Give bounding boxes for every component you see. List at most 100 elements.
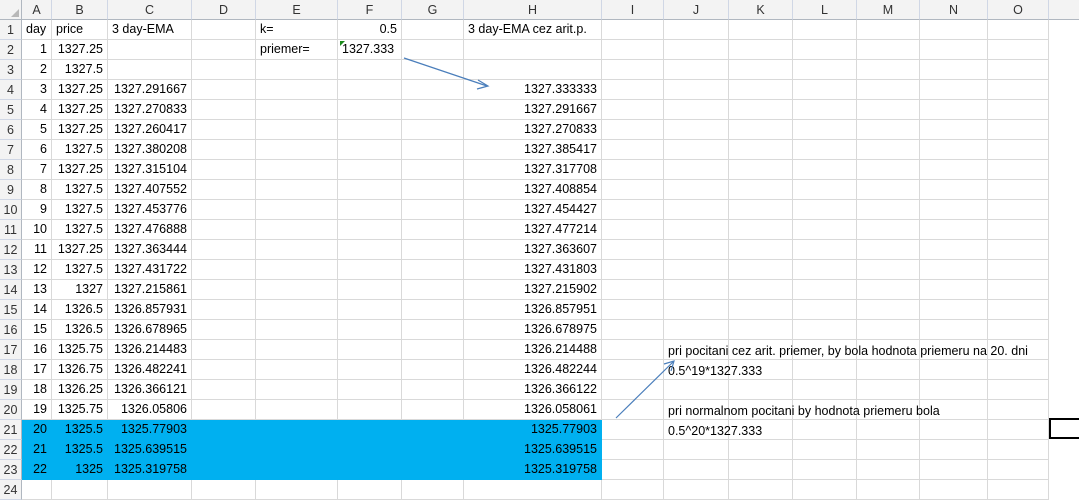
cell-j7[interactable]	[664, 140, 729, 160]
cell-h14[interactable]: 1327.215902	[464, 280, 602, 300]
cell-a20[interactable]: 19	[22, 400, 52, 420]
cell-f1[interactable]: 0.5	[338, 20, 402, 40]
row-header-9[interactable]: 9	[0, 180, 22, 200]
row-header-4[interactable]: 4	[0, 80, 22, 100]
cell-h23[interactable]: 1325.319758	[464, 460, 602, 480]
cell-g8[interactable]	[402, 160, 464, 180]
cell-d6[interactable]	[192, 120, 256, 140]
cell-o10[interactable]	[988, 200, 1049, 220]
cell-f14[interactable]	[338, 280, 402, 300]
cell-c5[interactable]: 1327.270833	[108, 100, 192, 120]
cell-m11[interactable]	[857, 220, 920, 240]
cell-d4[interactable]	[192, 80, 256, 100]
column-header-b[interactable]: B	[52, 0, 108, 20]
cell-n12[interactable]	[920, 240, 988, 260]
cell-c4[interactable]: 1327.291667	[108, 80, 192, 100]
cell-c6[interactable]: 1327.260417	[108, 120, 192, 140]
cell-l9[interactable]	[793, 180, 857, 200]
cell-g22[interactable]	[402, 440, 464, 460]
cell-k22[interactable]	[729, 440, 793, 460]
cell-n11[interactable]	[920, 220, 988, 240]
cell-k13[interactable]	[729, 260, 793, 280]
cell-k14[interactable]	[729, 280, 793, 300]
cell-f18[interactable]	[338, 360, 402, 380]
cell-g9[interactable]	[402, 180, 464, 200]
cell-f2[interactable]: 1327.333	[338, 40, 402, 60]
cell-k8[interactable]	[729, 160, 793, 180]
cell-n1[interactable]	[920, 20, 988, 40]
cell-a5[interactable]: 4	[22, 100, 52, 120]
cell-b22[interactable]: 1325.5	[52, 440, 108, 460]
cell-c10[interactable]: 1327.453776	[108, 200, 192, 220]
cell-c13[interactable]: 1327.431722	[108, 260, 192, 280]
cell-b12[interactable]: 1327.25	[52, 240, 108, 260]
cell-o19[interactable]	[988, 380, 1049, 400]
cell-e18[interactable]	[256, 360, 338, 380]
cell-g19[interactable]	[402, 380, 464, 400]
cell-m21[interactable]	[857, 420, 920, 440]
cell-f9[interactable]	[338, 180, 402, 200]
cell-c11[interactable]: 1327.476888	[108, 220, 192, 240]
cell-a10[interactable]: 9	[22, 200, 52, 220]
cell-a17[interactable]: 16	[22, 340, 52, 360]
row-header-13[interactable]: 13	[0, 260, 22, 280]
cell-n22[interactable]	[920, 440, 988, 460]
cell-c14[interactable]: 1327.215861	[108, 280, 192, 300]
cell-j2[interactable]	[664, 40, 729, 60]
cell-h24[interactable]	[464, 480, 602, 500]
cell-n24[interactable]	[920, 480, 988, 500]
cell-f5[interactable]	[338, 100, 402, 120]
cell-g6[interactable]	[402, 120, 464, 140]
row-header-21[interactable]: 21	[0, 420, 22, 440]
cell-n4[interactable]	[920, 80, 988, 100]
cell-b7[interactable]: 1327.5	[52, 140, 108, 160]
cell-o24[interactable]	[988, 480, 1049, 500]
cell-i4[interactable]	[602, 80, 664, 100]
cell-d14[interactable]	[192, 280, 256, 300]
cell-c19[interactable]: 1326.366121	[108, 380, 192, 400]
cell-o23[interactable]	[988, 460, 1049, 480]
cell-i10[interactable]	[602, 200, 664, 220]
cell-d3[interactable]	[192, 60, 256, 80]
cell-f20[interactable]	[338, 400, 402, 420]
cell-f10[interactable]	[338, 200, 402, 220]
cell-h21[interactable]: 1325.77903	[464, 420, 602, 440]
cell-d21[interactable]	[192, 420, 256, 440]
cell-l13[interactable]	[793, 260, 857, 280]
cell-n19[interactable]	[920, 380, 988, 400]
cell-n23[interactable]	[920, 460, 988, 480]
cell-j10[interactable]	[664, 200, 729, 220]
cell-e6[interactable]	[256, 120, 338, 140]
cell-a8[interactable]: 7	[22, 160, 52, 180]
cell-g14[interactable]	[402, 280, 464, 300]
cell-n18[interactable]	[920, 360, 988, 380]
row-header-3[interactable]: 3	[0, 60, 22, 80]
row-header-6[interactable]: 6	[0, 120, 22, 140]
cell-a1[interactable]: day	[22, 20, 52, 40]
cell-h15[interactable]: 1326.857951	[464, 300, 602, 320]
cell-j14[interactable]	[664, 280, 729, 300]
cell-h19[interactable]: 1326.366122	[464, 380, 602, 400]
cell-i7[interactable]	[602, 140, 664, 160]
row-header-11[interactable]: 11	[0, 220, 22, 240]
cell-m23[interactable]	[857, 460, 920, 480]
column-header-i[interactable]: I	[602, 0, 664, 20]
cell-m3[interactable]	[857, 60, 920, 80]
cell-k15[interactable]	[729, 300, 793, 320]
cell-o1[interactable]	[988, 20, 1049, 40]
cell-d15[interactable]	[192, 300, 256, 320]
cell-l24[interactable]	[793, 480, 857, 500]
cell-g2[interactable]	[402, 40, 464, 60]
cell-f11[interactable]	[338, 220, 402, 240]
cell-b3[interactable]: 1327.5	[52, 60, 108, 80]
cell-c21[interactable]: 1325.77903	[108, 420, 192, 440]
cell-f7[interactable]	[338, 140, 402, 160]
cell-h2[interactable]	[464, 40, 602, 60]
cell-i9[interactable]	[602, 180, 664, 200]
column-header-o[interactable]: O	[988, 0, 1049, 20]
cell-i20[interactable]	[602, 400, 664, 420]
cell-h10[interactable]: 1327.454427	[464, 200, 602, 220]
cell-e19[interactable]	[256, 380, 338, 400]
cell-l18[interactable]	[793, 360, 857, 380]
cell-c7[interactable]: 1327.380208	[108, 140, 192, 160]
